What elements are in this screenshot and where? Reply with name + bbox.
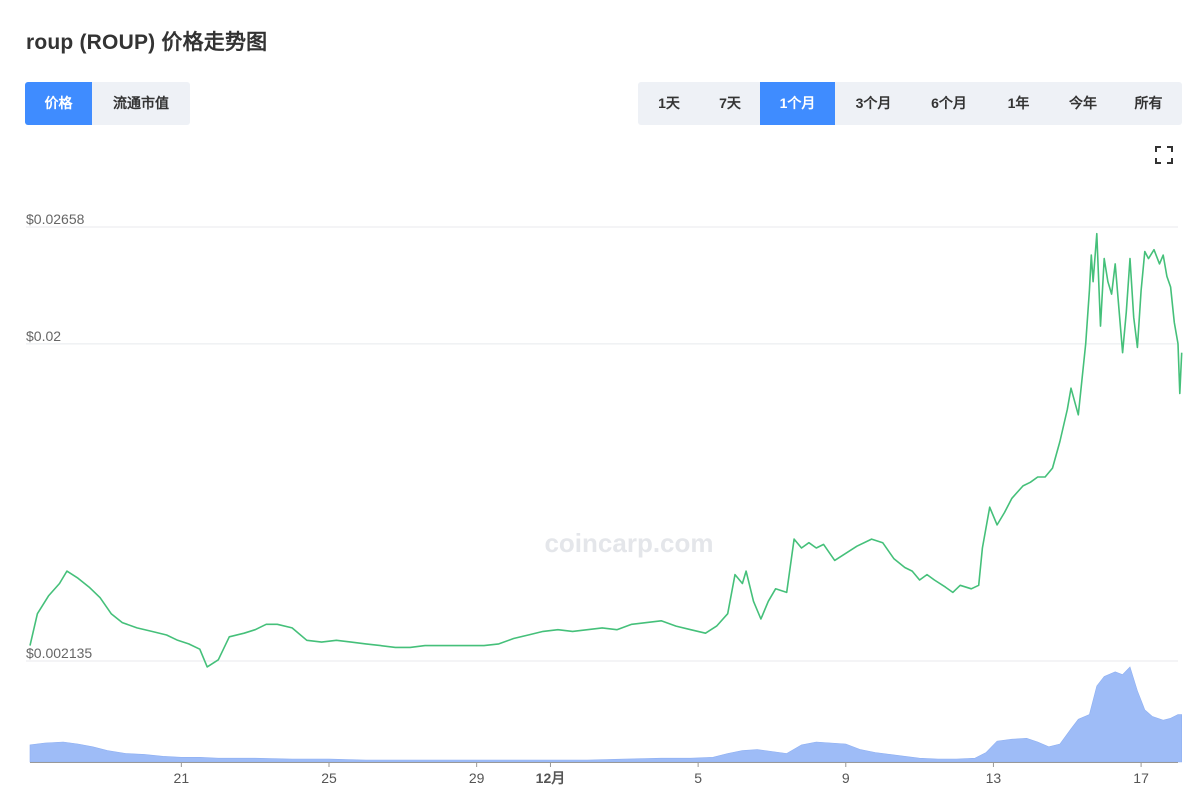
x-tick-label: 29 [469,770,485,786]
price-line [29,232,1183,668]
x-tick-label: 25 [321,770,337,786]
x-tick-label: 9 [842,770,850,786]
grid-lines [26,226,1178,662]
volume-area [29,666,1183,763]
x-tick-label: 21 [174,770,190,786]
x-tick-label: 13 [986,770,1002,786]
y-tick-label: $0.02658 [26,211,85,227]
x-tick-label: 12月 [536,770,566,786]
watermark: coincarp.com [544,528,713,558]
price-chart: coincarp.com $0.02658 $0.02 $0.002135 21 25… [26,211,1183,786]
price-line-group [29,232,1183,668]
y-axis-labels: $0.02658 $0.02 $0.002135 [26,211,92,661]
x-tick-label: 17 [1133,770,1149,786]
volume-area-group [29,666,1183,763]
y-tick-label: $0.02 [26,328,61,344]
x-axis: 21 25 29 12月 5 9 13 17 [30,762,1178,786]
y-tick-label: $0.002135 [26,645,92,661]
x-tick-label: 5 [694,770,702,786]
